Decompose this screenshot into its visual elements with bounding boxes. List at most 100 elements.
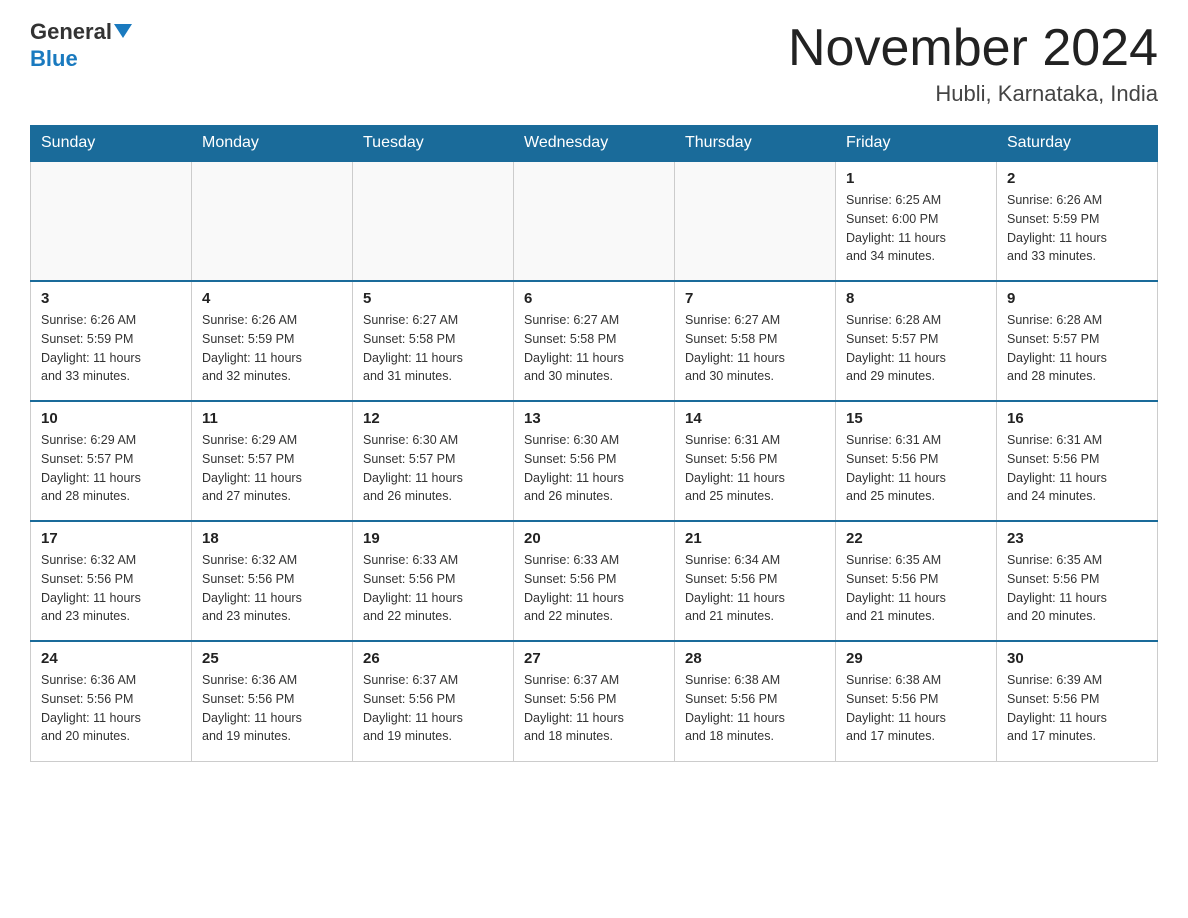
location-subtitle: Hubli, Karnataka, India [788, 81, 1158, 107]
table-row: 15 Sunrise: 6:31 AMSunset: 5:56 PMDayligh… [836, 401, 997, 521]
day-info: Sunrise: 6:26 AMSunset: 5:59 PMDaylight:… [1007, 191, 1147, 266]
table-row: 29 Sunrise: 6:38 AMSunset: 5:56 PMDayligh… [836, 641, 997, 761]
day-number: 24 [41, 650, 181, 667]
table-row [31, 161, 192, 281]
day-number: 15 [846, 410, 986, 427]
day-info: Sunrise: 6:31 AMSunset: 5:56 PMDaylight:… [1007, 431, 1147, 506]
table-row: 20Sunrise: 6:33 AMSunset: 5:56 PMDayligh… [514, 521, 675, 641]
header-thursday: Thursday [675, 126, 836, 162]
calendar-table: Sunday Monday Tuesday Wednesday Thursday… [30, 125, 1158, 762]
day-info: Sunrise: 6:30 AMSunset: 5:57 PMDaylight:… [363, 431, 503, 506]
day-info: Sunrise: 6:25 AMSunset: 6:00 PMDaylight:… [846, 191, 986, 266]
day-number: 8 [846, 290, 986, 307]
table-row: 23 Sunrise: 6:35 AMSunset: 5:56 PMDayligh… [997, 521, 1158, 641]
calendar-week-5: 24 Sunrise: 6:36 AMSunset: 5:56 PMDayligh… [31, 641, 1158, 761]
day-number: 6 [524, 290, 664, 307]
day-number: 18 [202, 530, 342, 547]
day-number: 27 [524, 650, 664, 667]
day-number: 3 [41, 290, 181, 307]
day-number: 1 [846, 170, 986, 187]
table-row: 11Sunrise: 6:29 AMSunset: 5:57 PMDayligh… [192, 401, 353, 521]
table-row: 19 Sunrise: 6:33 AMSunset: 5:56 PMDayligh… [353, 521, 514, 641]
table-row: 24 Sunrise: 6:36 AMSunset: 5:56 PMDayligh… [31, 641, 192, 761]
day-info: Sunrise: 6:38 AMSunset: 5:56 PMDaylight:… [846, 671, 986, 746]
logo-triangle-icon [114, 24, 132, 38]
day-number: 7 [685, 290, 825, 307]
day-number: 13 [524, 410, 664, 427]
day-info: Sunrise: 6:36 AMSunset: 5:56 PMDaylight:… [41, 671, 181, 746]
day-info: Sunrise: 6:38 AMSunset: 5:56 PMDaylight:… [685, 671, 825, 746]
day-number: 4 [202, 290, 342, 307]
table-row: 18 Sunrise: 6:32 AMSunset: 5:56 PMDayligh… [192, 521, 353, 641]
day-number: 29 [846, 650, 986, 667]
day-number: 19 [363, 530, 503, 547]
day-number: 22 [846, 530, 986, 547]
day-info: Sunrise: 6:31 AMSunset: 5:56 PMDaylight:… [846, 431, 986, 506]
calendar-week-1: 1 Sunrise: 6:25 AMSunset: 6:00 PMDaylight… [31, 161, 1158, 281]
day-number: 9 [1007, 290, 1147, 307]
table-row: 25Sunrise: 6:36 AMSunset: 5:56 PMDayligh… [192, 641, 353, 761]
table-row: 6Sunrise: 6:27 AMSunset: 5:58 PMDaylight… [514, 281, 675, 401]
day-number: 21 [685, 530, 825, 547]
table-row: 12 Sunrise: 6:30 AMSunset: 5:57 PMDayligh… [353, 401, 514, 521]
day-number: 28 [685, 650, 825, 667]
table-row [192, 161, 353, 281]
header-wednesday: Wednesday [514, 126, 675, 162]
header-monday: Monday [192, 126, 353, 162]
header: General Blue November 2024 Hubli, Karnat… [30, 20, 1158, 107]
table-row: 2 Sunrise: 6:26 AMSunset: 5:59 PMDaylight… [997, 161, 1158, 281]
day-info: Sunrise: 6:35 AMSunset: 5:56 PMDaylight:… [1007, 551, 1147, 626]
day-info: Sunrise: 6:27 AMSunset: 5:58 PMDaylight:… [685, 311, 825, 386]
day-info: Sunrise: 6:35 AMSunset: 5:56 PMDaylight:… [846, 551, 986, 626]
table-row: 9 Sunrise: 6:28 AMSunset: 5:57 PMDaylight… [997, 281, 1158, 401]
day-info: Sunrise: 6:27 AMSunset: 5:58 PMDaylight:… [363, 311, 503, 386]
calendar-week-2: 3 Sunrise: 6:26 AMSunset: 5:59 PMDaylight… [31, 281, 1158, 401]
day-info: Sunrise: 6:39 AMSunset: 5:56 PMDaylight:… [1007, 671, 1147, 746]
header-sunday: Sunday [31, 126, 192, 162]
logo: General Blue [30, 20, 132, 72]
table-row: 26Sunrise: 6:37 AMSunset: 5:56 PMDayligh… [353, 641, 514, 761]
day-info: Sunrise: 6:36 AMSunset: 5:56 PMDaylight:… [202, 671, 342, 746]
day-number: 10 [41, 410, 181, 427]
day-number: 23 [1007, 530, 1147, 547]
header-friday: Friday [836, 126, 997, 162]
table-row: 5 Sunrise: 6:27 AMSunset: 5:58 PMDaylight… [353, 281, 514, 401]
logo-blue: Blue [30, 46, 78, 72]
table-row: 3 Sunrise: 6:26 AMSunset: 5:59 PMDaylight… [31, 281, 192, 401]
logo-top-line: General [30, 20, 132, 44]
day-info: Sunrise: 6:29 AMSunset: 5:57 PMDaylight:… [41, 431, 181, 506]
table-row: 21Sunrise: 6:34 AMSunset: 5:56 PMDayligh… [675, 521, 836, 641]
day-info: Sunrise: 6:28 AMSunset: 5:57 PMDaylight:… [846, 311, 986, 386]
day-info: Sunrise: 6:26 AMSunset: 5:59 PMDaylight:… [41, 311, 181, 386]
day-info: Sunrise: 6:33 AMSunset: 5:56 PMDaylight:… [363, 551, 503, 626]
table-row: 10 Sunrise: 6:29 AMSunset: 5:57 PMDayligh… [31, 401, 192, 521]
table-row: 16 Sunrise: 6:31 AMSunset: 5:56 PMDayligh… [997, 401, 1158, 521]
day-number: 17 [41, 530, 181, 547]
table-row: 1 Sunrise: 6:25 AMSunset: 6:00 PMDaylight… [836, 161, 997, 281]
table-row: 30 Sunrise: 6:39 AMSunset: 5:56 PMDayligh… [997, 641, 1158, 761]
month-title: November 2024 [788, 20, 1158, 77]
day-info: Sunrise: 6:31 AMSunset: 5:56 PMDaylight:… [685, 431, 825, 506]
day-number: 2 [1007, 170, 1147, 187]
table-row [353, 161, 514, 281]
table-row: 7 Sunrise: 6:27 AMSunset: 5:58 PMDaylight… [675, 281, 836, 401]
logo-general: General [30, 19, 132, 44]
table-row: 27 Sunrise: 6:37 AMSunset: 5:56 PMDayligh… [514, 641, 675, 761]
day-number: 5 [363, 290, 503, 307]
table-row [514, 161, 675, 281]
day-info: Sunrise: 6:37 AMSunset: 5:56 PMDaylight:… [524, 671, 664, 746]
table-row: 14Sunrise: 6:31 AMSunset: 5:56 PMDayligh… [675, 401, 836, 521]
day-info: Sunrise: 6:32 AMSunset: 5:56 PMDaylight:… [202, 551, 342, 626]
header-tuesday: Tuesday [353, 126, 514, 162]
day-number: 12 [363, 410, 503, 427]
day-number: 30 [1007, 650, 1147, 667]
title-section: November 2024 Hubli, Karnataka, India [788, 20, 1158, 107]
day-info: Sunrise: 6:32 AMSunset: 5:56 PMDaylight:… [41, 551, 181, 626]
table-row: 13Sunrise: 6:30 AMSunset: 5:56 PMDayligh… [514, 401, 675, 521]
day-info: Sunrise: 6:26 AMSunset: 5:59 PMDaylight:… [202, 311, 342, 386]
day-number: 16 [1007, 410, 1147, 427]
table-row: 22 Sunrise: 6:35 AMSunset: 5:56 PMDayligh… [836, 521, 997, 641]
calendar-week-4: 17 Sunrise: 6:32 AMSunset: 5:56 PMDayligh… [31, 521, 1158, 641]
day-info: Sunrise: 6:37 AMSunset: 5:56 PMDaylight:… [363, 671, 503, 746]
day-info: Sunrise: 6:28 AMSunset: 5:57 PMDaylight:… [1007, 311, 1147, 386]
